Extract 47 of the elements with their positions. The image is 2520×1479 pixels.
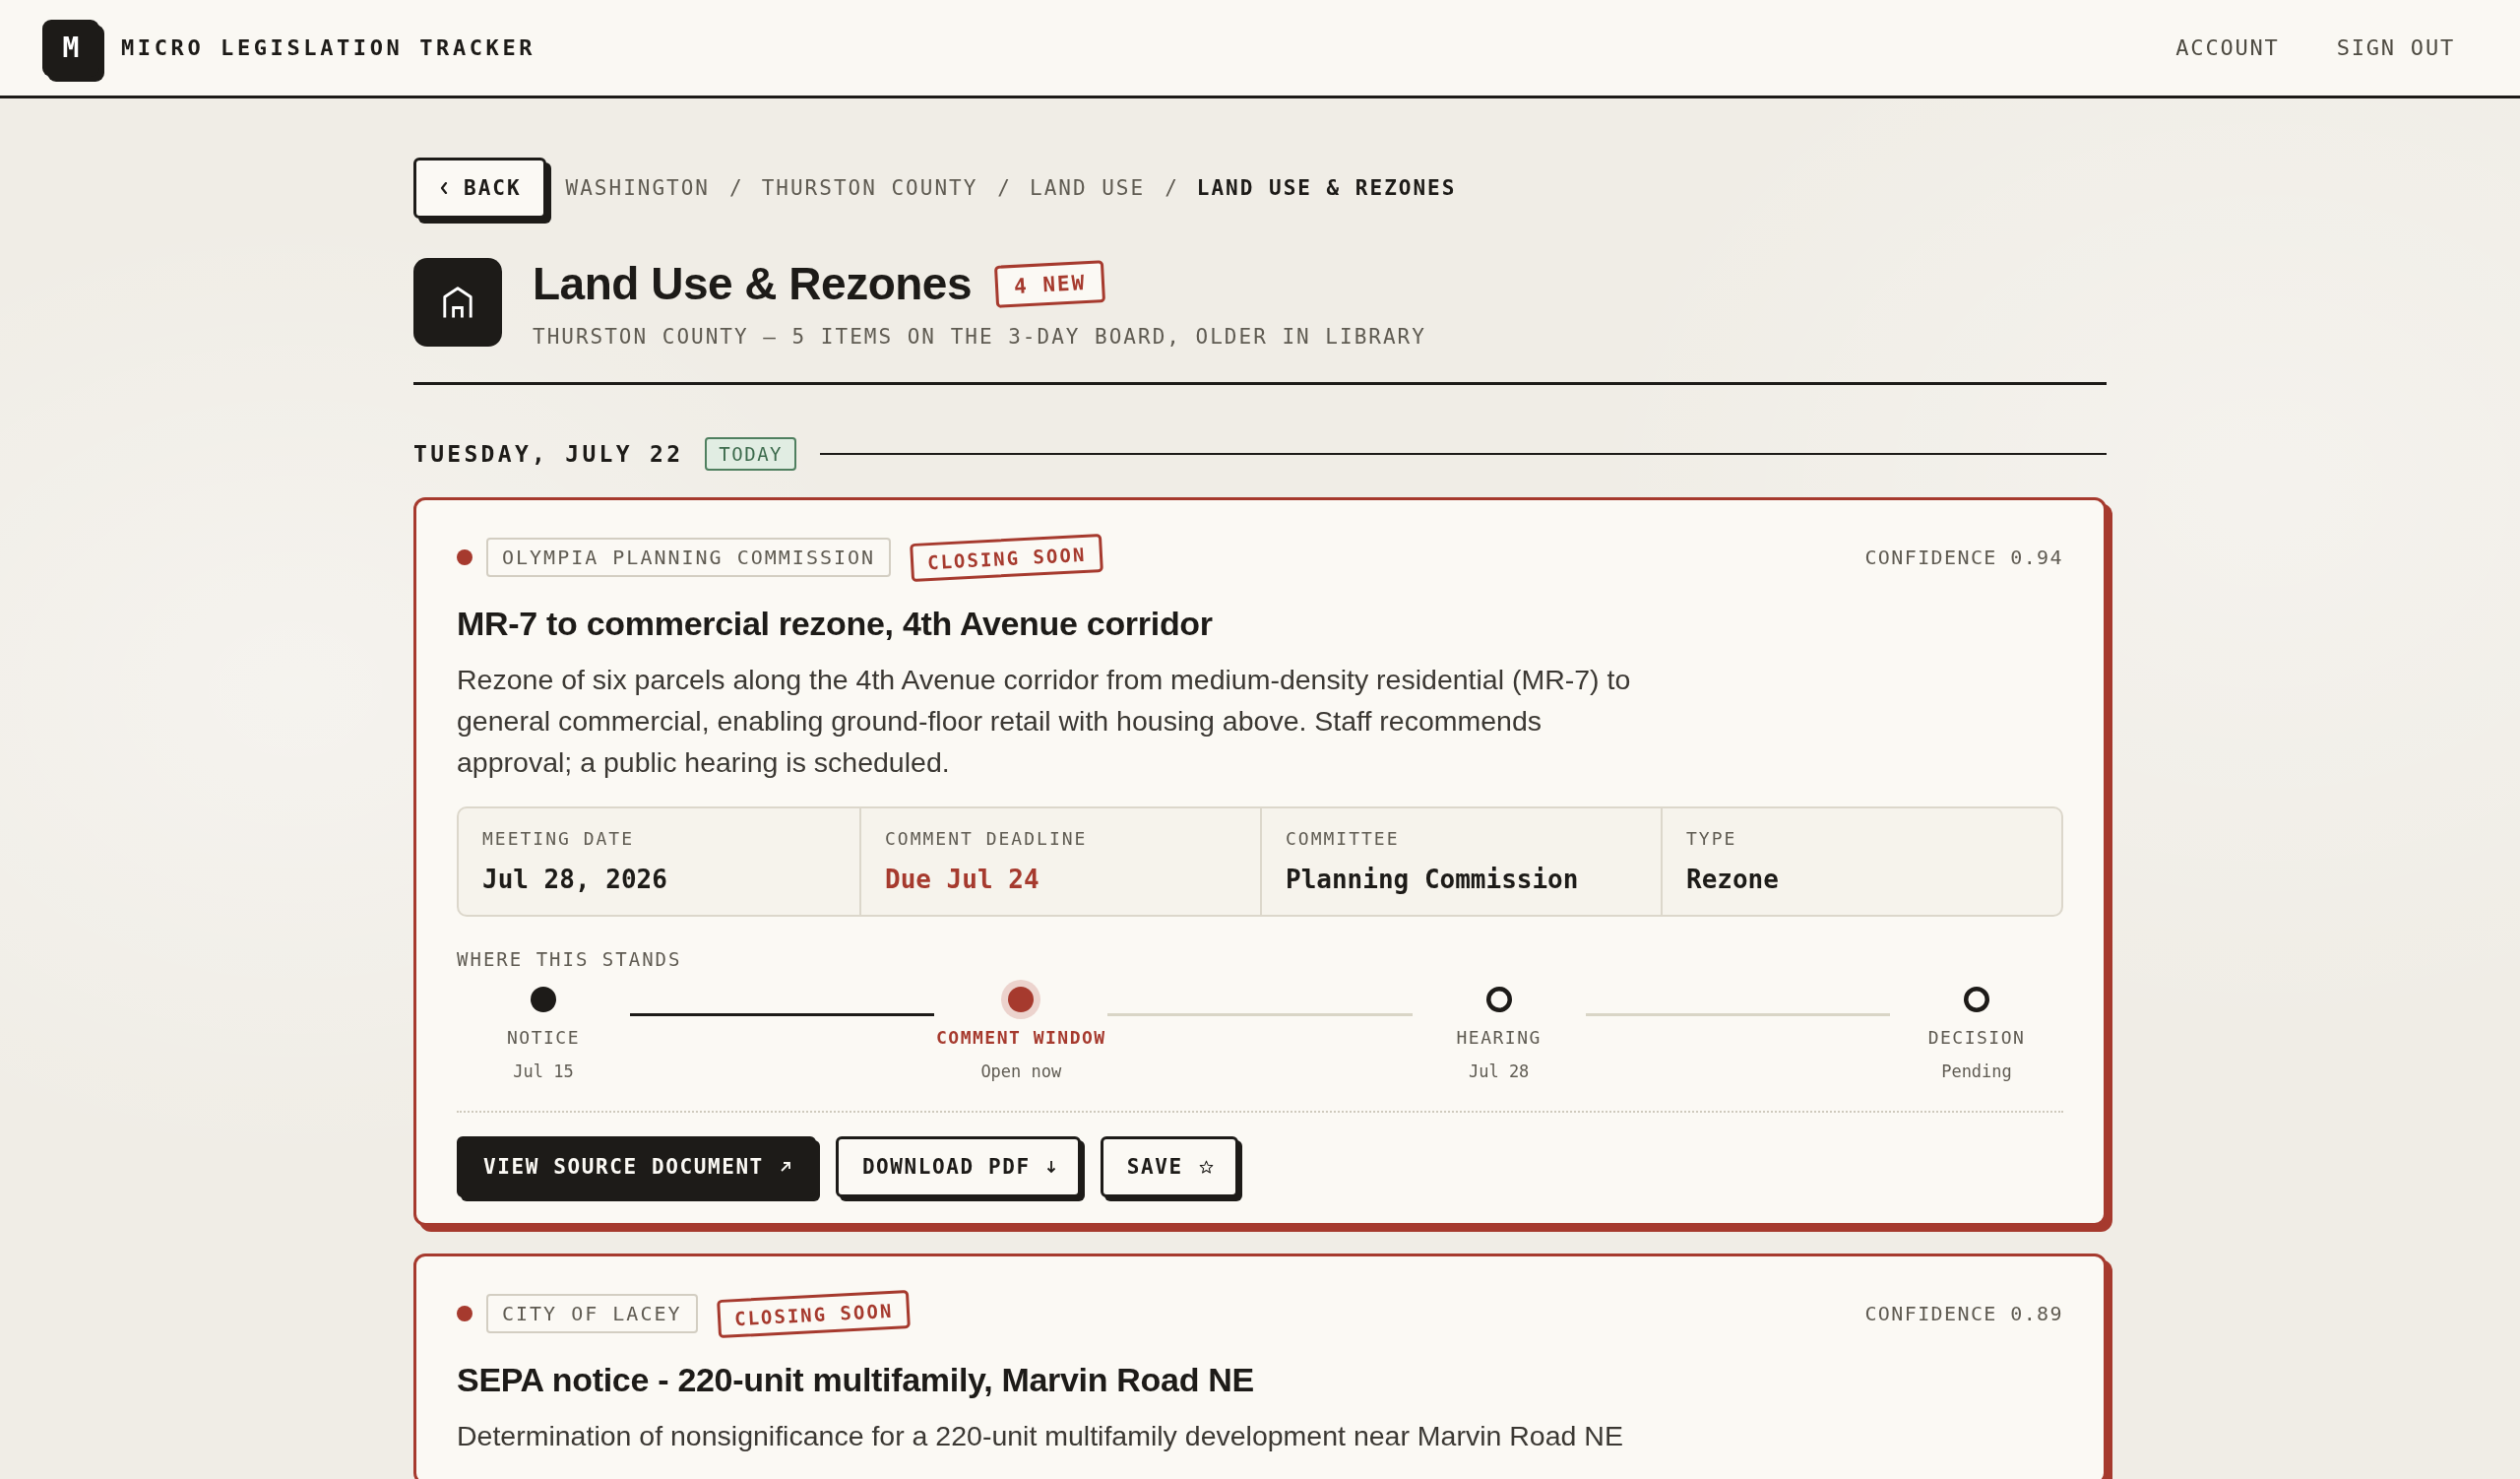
breadcrumb-separator: / [997,176,1010,200]
app-name: MICRO LEGISLATION TRACKER [121,35,536,60]
star-icon [1198,1159,1214,1175]
nav-link[interactable]: SIGN OUT [2336,35,2455,60]
today-tag: TODAY [705,437,797,471]
chevron-left-icon [440,182,448,194]
breadcrumb-separator: / [729,176,742,200]
item-description: Rezone of six parcels along the 4th Avenue corridor from medium-density residential (MR-7) to general commercial, enabling ground-floor retail with housing above. Staff recommends approval; a public hearing is scheduled. [457,663,1632,780]
source-tag: CITY OF LACEY [486,1294,698,1333]
page-title: Land Use & Rezones [533,257,972,311]
stage-label: NOTICE [507,1027,580,1048]
detail-label: MEETING DATE [482,828,636,850]
source-tag: OLYMPIA PLANNING COMMISSION [486,538,892,577]
item-title: SEPA notice - 220-unit multifamily, Marvin Road NE [457,1360,1255,1399]
detail-label: TYPE [1686,828,1738,850]
arrow-up-right-icon [779,1161,791,1173]
item-title: MR-7 to commercial rezone, 4th Avenue corridor [457,604,1214,643]
stage-date: Jul 28 [1468,1061,1530,1081]
stage-label: DECISION [1927,1027,2026,1048]
detail-value: Rezone [1686,864,1780,895]
stage-label: HEARING [1456,1027,1542,1048]
stage-label: COMMENT WINDOW [935,1027,1106,1048]
detail-value: Jul 28, 2026 [482,864,668,895]
nav-link[interactable]: ACCOUNT [2175,35,2280,60]
confidence-score: CONFIDENCE 0.94 [1864,546,2063,569]
new-count-stamp: 4 NEW [993,259,1106,308]
closing-stamp: CLOSING SOON [716,1289,911,1338]
stage-date: Open now [980,1061,1062,1081]
detail-value: Due Jul 24 [885,864,1040,895]
breadcrumb-link[interactable]: THURSTON COUNTY [761,176,978,200]
breadcrumb-link[interactable]: LAND USE [1030,176,1146,200]
day-heading: TUESDAY, JULY 22 [413,441,684,467]
page-subtitle: THURSTON COUNTY — 5 ITEMS ON THE 3-DAY BOARD, OLDER IN LIBRARY [533,325,1426,349]
breadcrumb-separator: / [1165,176,1177,200]
item-description: Determination of nonsignificance for a 220-unit multifamily development near Marvin Road NE [457,1419,1624,1453]
stage-date: Pending [1941,1061,2012,1081]
progress-heading: WHERE THIS STANDS [457,948,683,970]
detail-value: Planning Commission [1286,864,1580,895]
house-icon [413,258,502,347]
closing-stamp: CLOSING SOON [910,533,1104,582]
confidence-score: CONFIDENCE 0.89 [1864,1302,2063,1325]
detail-label: COMMENT DEADLINE [885,828,1089,850]
breadcrumb-link[interactable]: LAND USE & REZONES [1196,176,1457,200]
stage-date: Jul 15 [513,1061,574,1081]
detail-label: COMMITTEE [1286,828,1401,850]
breadcrumb-link[interactable]: WASHINGTON [565,176,710,200]
arrow-down-icon [1045,1160,1056,1174]
